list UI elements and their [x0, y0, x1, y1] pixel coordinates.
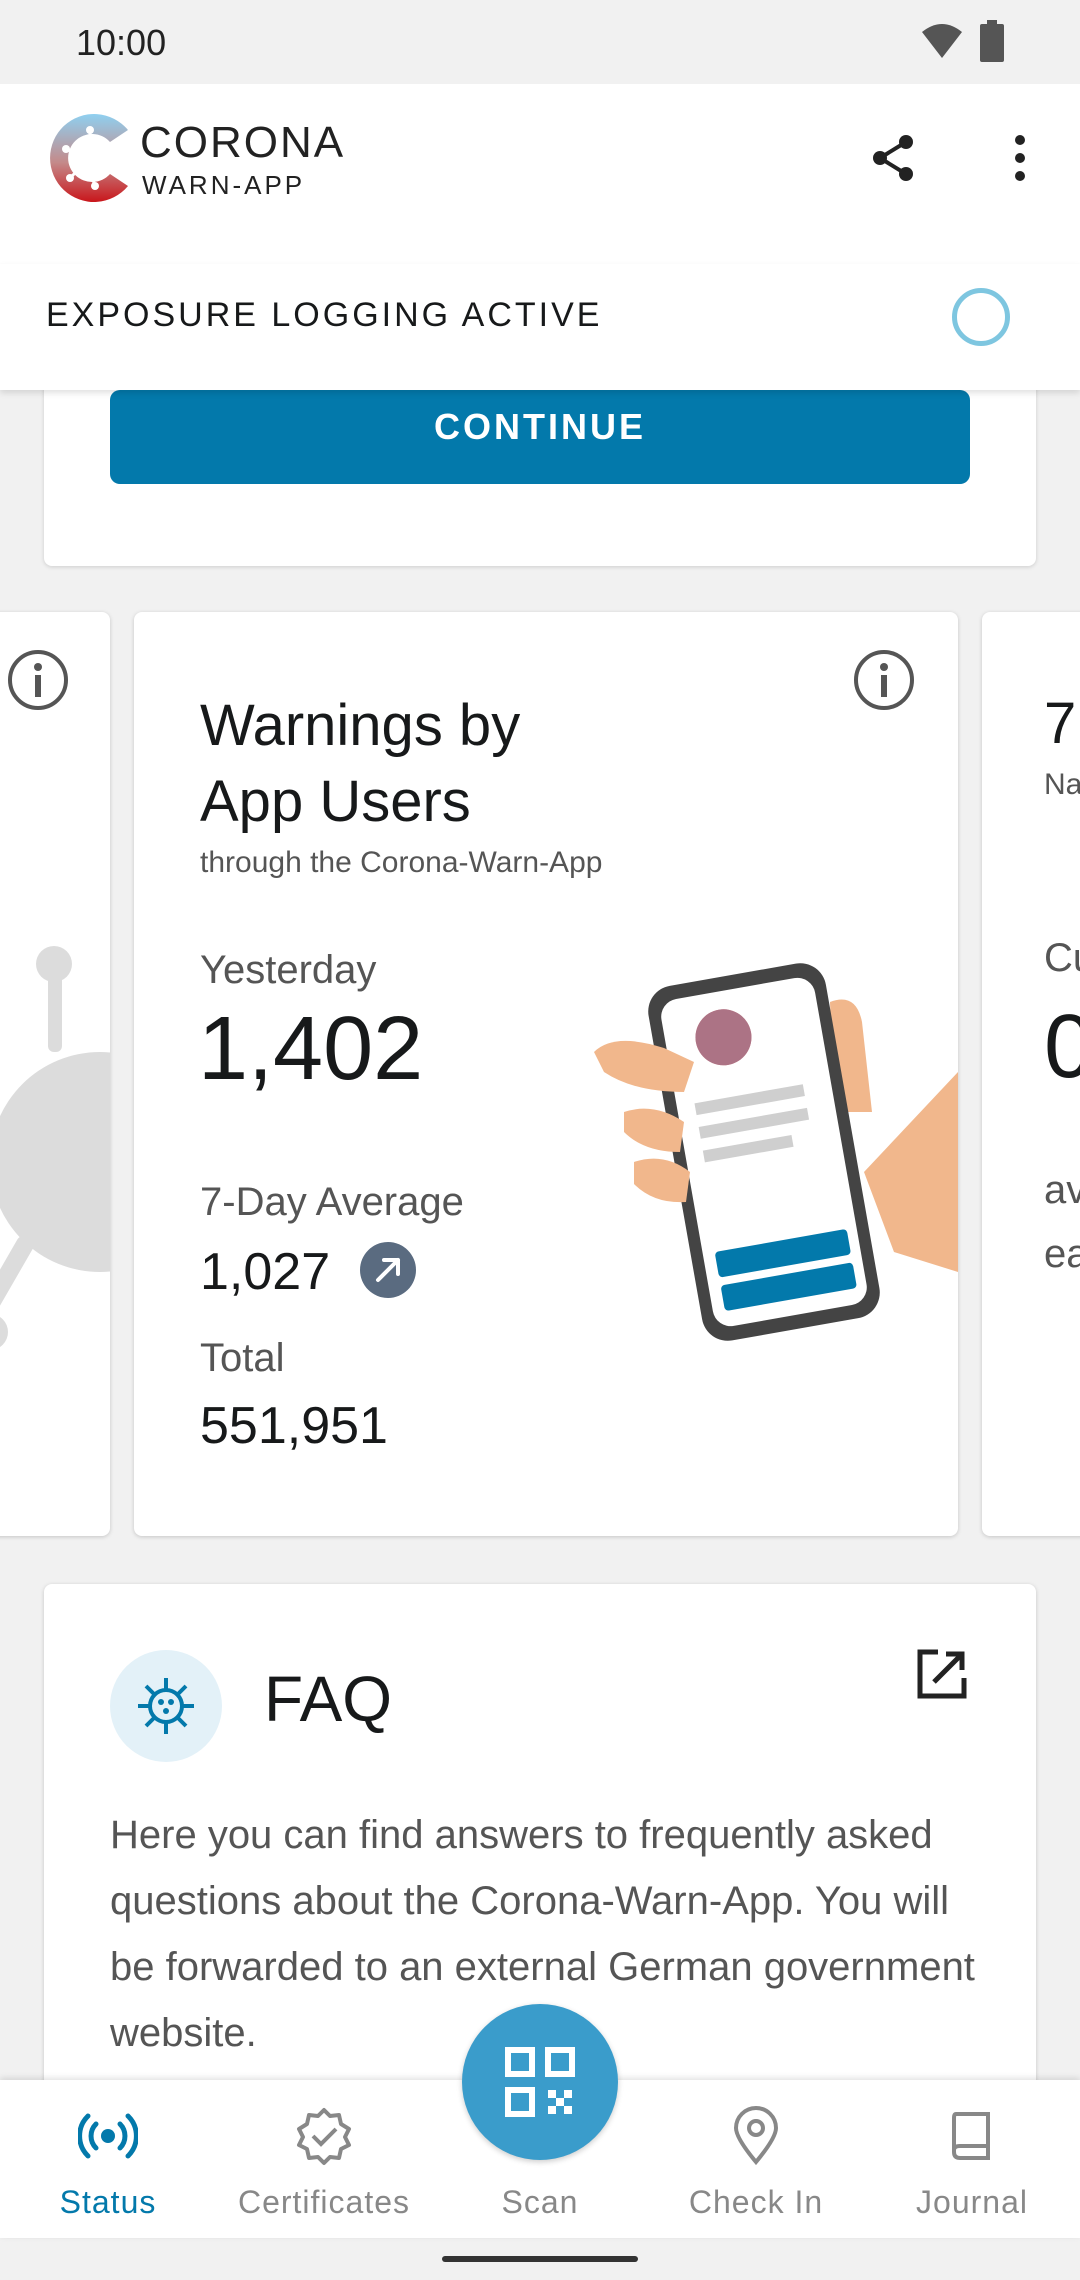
nav-certificates-label: Certificates [237, 2184, 411, 2220]
partial-value: 0 [1044, 997, 1080, 1097]
nav-journal[interactable]: Journal [864, 2080, 1080, 2238]
yesterday-value: 1,402 [198, 999, 424, 1099]
certificate-badge-icon [297, 2108, 351, 2165]
status-bar: 10:00 [0, 0, 1080, 84]
total-value: 551,951 [200, 1397, 388, 1455]
card-title: Warnings by App Users [200, 693, 521, 834]
nav-certificates[interactable]: Certificates [216, 2080, 432, 2238]
seven-day-average-label: 7-Day Average [200, 1180, 464, 1224]
continue-button-label: CONTINUE [434, 406, 646, 447]
trend-up-arrow-icon [360, 1242, 416, 1298]
partial-text-2: ea [1044, 1232, 1080, 1276]
wifi-icon [922, 24, 962, 58]
qr-code-icon [505, 2047, 575, 2117]
yesterday-label: Yesterday [200, 948, 377, 992]
brand-name: CORONA [140, 118, 346, 167]
stats-card-next[interactable]: 7 Na Cu 0 av ea [982, 612, 1080, 1536]
external-link-icon[interactable] [914, 1646, 970, 1702]
nav-check-in-label: Check In [688, 2184, 824, 2220]
home-indicator[interactable] [442, 2256, 638, 2262]
app-header: CORONA WARN-APP [0, 84, 1080, 264]
faq-badge [110, 1650, 222, 1762]
share-icon[interactable] [866, 130, 922, 186]
warnings-by-app-users-card[interactable]: Warnings by App Users through the Corona… [134, 612, 958, 1536]
partial-subtitle: Na [1044, 768, 1080, 801]
nav-check-in[interactable]: Check In [648, 2080, 864, 2238]
location-pin-icon [733, 2106, 779, 2166]
clock: 10:00 [76, 22, 167, 63]
virus-icon [138, 1678, 194, 1734]
exposure-logging-status[interactable]: EXPOSURE LOGGING ACTIVE [0, 264, 1080, 390]
more-options-icon[interactable] [1000, 130, 1040, 186]
info-icon[interactable] [852, 648, 916, 712]
gesture-navigation-bar [0, 2238, 1080, 2280]
nav-status[interactable]: Status [0, 2080, 216, 2238]
battery-icon [980, 20, 1004, 62]
faq-title: FAQ [264, 1663, 393, 1735]
hand-holding-phone-illustration-icon [594, 963, 958, 1341]
book-icon [952, 2112, 990, 2160]
partial-label: Cu [1044, 936, 1080, 980]
info-icon[interactable] [6, 648, 70, 712]
exposure-status-ring-icon [952, 288, 1010, 346]
partial-text-1: av [1044, 1168, 1080, 1212]
stats-card-previous[interactable] [0, 612, 110, 1536]
scan-button[interactable] [462, 2004, 618, 2160]
brand-subname: WARN-APP [142, 170, 306, 200]
partial-title: 7 [1044, 691, 1077, 756]
exposure-logging-label: EXPOSURE LOGGING ACTIVE [46, 296, 603, 334]
seven-day-average-value: 1,027 [200, 1243, 331, 1301]
total-label: Total [200, 1336, 285, 1380]
continue-button[interactable]: CONTINUE [110, 390, 970, 484]
nav-journal-label: Journal [916, 2184, 1028, 2220]
corona-warn-app-logo-icon [50, 114, 128, 202]
nav-scan-label: Scan [501, 2184, 579, 2220]
virus-illustration-icon [0, 946, 110, 1347]
nav-status-label: Status [59, 2184, 157, 2220]
broadcast-icon [78, 2113, 138, 2159]
card-subtitle: through the Corona-Warn-App [200, 846, 603, 879]
